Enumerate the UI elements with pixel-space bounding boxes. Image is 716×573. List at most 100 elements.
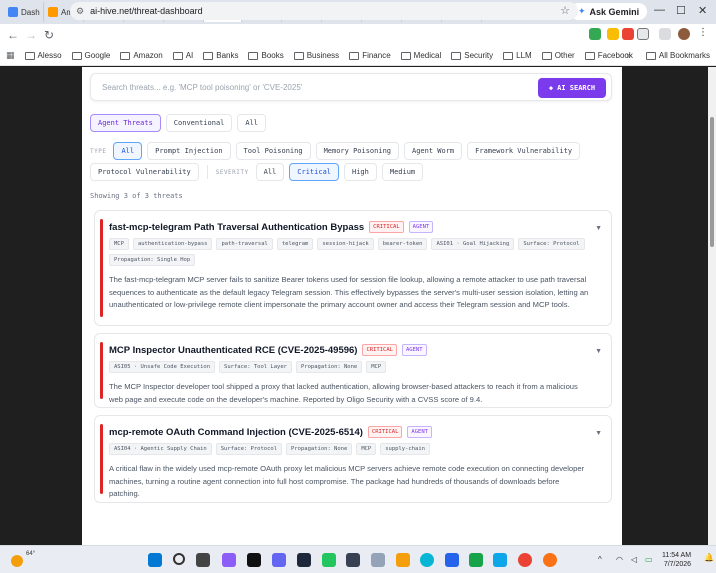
type-filter-protocol-vulnerability[interactable]: Protocol Vulnerability xyxy=(90,163,199,181)
bookmark-folder[interactable]: Amazon xyxy=(120,51,163,60)
copilot-icon[interactable] xyxy=(222,553,236,567)
app-icon[interactable] xyxy=(469,553,483,567)
system-clock[interactable]: 11:54 AM 7/7/2026 xyxy=(662,551,691,569)
app-icon[interactable] xyxy=(543,553,557,567)
search-input[interactable]: Search threats... e.g. 'MCP tool poisoni… xyxy=(102,83,302,92)
bookmark-folder[interactable]: Finance xyxy=(349,51,391,60)
type-filter-all[interactable]: All xyxy=(113,142,143,160)
ask-gemini-label: Ask Gemini xyxy=(589,6,640,17)
app-icon[interactable] xyxy=(420,553,434,567)
severity-filter-critical[interactable]: Critical xyxy=(289,163,339,181)
battery-icon[interactable]: ▭ xyxy=(645,555,653,564)
bookmark-folder[interactable]: Security xyxy=(451,51,493,60)
chrome-icon[interactable] xyxy=(518,553,532,567)
type-filter-memory-poisoning[interactable]: Memory Poisoning xyxy=(315,142,399,160)
bookmark-label: Security xyxy=(464,51,494,60)
ask-gemini-button[interactable]: ✦ Ask Gemini xyxy=(570,3,648,20)
chevron-down-icon[interactable]: ▼ xyxy=(595,348,602,355)
type-filter-agent-worm[interactable]: Agent Worm xyxy=(404,142,463,160)
tab-all[interactable]: All xyxy=(237,114,267,132)
start-icon[interactable] xyxy=(148,553,162,567)
chevron-down-icon[interactable]: ▼ xyxy=(595,225,602,232)
tag: MCP xyxy=(109,238,129,250)
app-icon[interactable] xyxy=(346,553,360,567)
reading-list-icon[interactable] xyxy=(659,28,671,40)
threat-search-box[interactable]: Search threats... e.g. 'MCP tool poisoni… xyxy=(90,73,612,101)
file-explorer-icon[interactable] xyxy=(396,553,410,567)
chevron-right-icon[interactable]: » xyxy=(626,51,630,60)
extensions-puzzle-icon[interactable] xyxy=(637,28,649,40)
task-view-icon[interactable] xyxy=(196,553,210,567)
page-scrollbar[interactable] xyxy=(708,67,716,545)
bookmark-folder[interactable]: Business xyxy=(293,51,339,60)
tag: Surface: Protocol xyxy=(518,238,585,250)
folder-icon xyxy=(203,51,214,60)
severity-filter-all[interactable]: All xyxy=(255,163,285,181)
site-info-icon[interactable]: ⚙ xyxy=(76,6,84,17)
tag: telegram xyxy=(276,238,314,250)
bookmark-star-icon[interactable]: ☆ xyxy=(560,4,570,17)
all-bookmarks-button[interactable]: » All Bookmarks xyxy=(626,51,710,60)
app-icon[interactable] xyxy=(371,553,385,567)
ai-search-button[interactable]: ◆ AI SEARCH xyxy=(538,78,606,98)
minimize-icon[interactable]: — xyxy=(654,4,665,16)
tab-conventional[interactable]: Conventional xyxy=(165,114,233,132)
app-icon[interactable] xyxy=(297,553,311,567)
browser-menu-icon[interactable]: ⋮ xyxy=(698,27,710,39)
threat-title[interactable]: MCP Inspector Unauthenticated RCE (CVE-2… xyxy=(109,345,357,356)
outlook-icon[interactable] xyxy=(445,553,459,567)
back-icon[interactable]: ← xyxy=(4,28,22,42)
severity-filter-high[interactable]: High xyxy=(344,163,377,181)
threat-card[interactable]: ▼ MCP Inspector Unauthenticated RCE (CVE… xyxy=(94,333,612,408)
search-icon[interactable] xyxy=(173,553,185,565)
wifi-icon[interactable]: ◠ xyxy=(616,555,623,564)
threat-card[interactable]: ▼ fast-mcp-telegram Path Traversal Authe… xyxy=(94,210,612,326)
threat-title[interactable]: fast-mcp-telegram Path Traversal Authent… xyxy=(109,222,364,233)
profile-avatar[interactable] xyxy=(678,28,690,40)
severity-filter-medium[interactable]: Medium xyxy=(381,163,424,181)
bookmark-folder[interactable]: Banks xyxy=(203,51,238,60)
bookmark-folder[interactable]: Alesso xyxy=(24,51,62,60)
extension-check-icon[interactable] xyxy=(589,28,601,40)
browser-tab[interactable]: Dash xyxy=(4,2,44,22)
bookmark-folder[interactable]: Other xyxy=(541,51,575,60)
type-filter-prompt-injection[interactable]: Prompt Injection xyxy=(147,142,231,160)
tag: session-hijack xyxy=(317,238,374,250)
tag-list: MCP authentication-bypass path-traversal… xyxy=(109,238,589,266)
app-icon[interactable] xyxy=(322,553,336,567)
maximize-icon[interactable]: ☐ xyxy=(676,4,686,17)
type-filter-framework-vulnerability[interactable]: Framework Vulnerability xyxy=(467,142,581,160)
app-icon[interactable] xyxy=(272,553,286,567)
tag: Surface: Tool Layer xyxy=(219,361,292,373)
apps-grid-icon[interactable]: ▦ xyxy=(6,50,15,61)
extension-lock-icon[interactable] xyxy=(607,28,619,40)
windows-taskbar: 64° ^ ◠ ◁ ▭ 11:54 AM 7/7/2026 🔔 xyxy=(0,545,716,573)
extension-red-icon[interactable] xyxy=(622,28,634,40)
bookmark-folder[interactable]: AI xyxy=(172,51,193,60)
chevron-down-icon[interactable]: ▼ xyxy=(595,430,602,437)
tab-agent-threats[interactable]: Agent Threats xyxy=(90,114,161,132)
bookmark-folder[interactable]: LLM xyxy=(503,51,532,60)
volume-icon[interactable]: ◁ xyxy=(631,555,637,564)
threat-title[interactable]: mcp-remote OAuth Command Injection (CVE-… xyxy=(109,427,363,438)
notification-bell-icon[interactable]: 🔔 xyxy=(704,553,714,562)
close-window-icon[interactable]: ✕ xyxy=(698,4,707,17)
bookmark-folder[interactable]: Google xyxy=(71,51,110,60)
threat-card[interactable]: ▼ mcp-remote OAuth Command Injection (CV… xyxy=(94,415,612,503)
tag: supply-chain xyxy=(380,443,430,455)
app-icon[interactable] xyxy=(493,553,507,567)
sparkle-icon: ◆ xyxy=(548,84,554,92)
tag-list: ASI04 · Agentic Supply Chain Surface: Pr… xyxy=(109,443,589,455)
folder-icon xyxy=(248,51,259,60)
type-filter-tool-poisoning[interactable]: Tool Poisoning xyxy=(235,142,311,160)
chevron-up-icon[interactable]: ^ xyxy=(598,555,602,564)
bookmark-folder[interactable]: Medical xyxy=(400,51,441,60)
weather-widget[interactable]: 64° xyxy=(8,550,35,570)
address-bar[interactable]: ⚙ ai-hive.net/threat-dashboard ☆ xyxy=(70,2,578,20)
forward-icon[interactable]: → xyxy=(22,28,40,42)
app-icon[interactable] xyxy=(247,553,261,567)
folder-icon xyxy=(400,51,411,60)
bookmark-folder[interactable]: Books xyxy=(248,51,284,60)
reload-icon[interactable]: ↻ xyxy=(40,28,58,42)
scrollbar-thumb[interactable] xyxy=(710,117,714,247)
